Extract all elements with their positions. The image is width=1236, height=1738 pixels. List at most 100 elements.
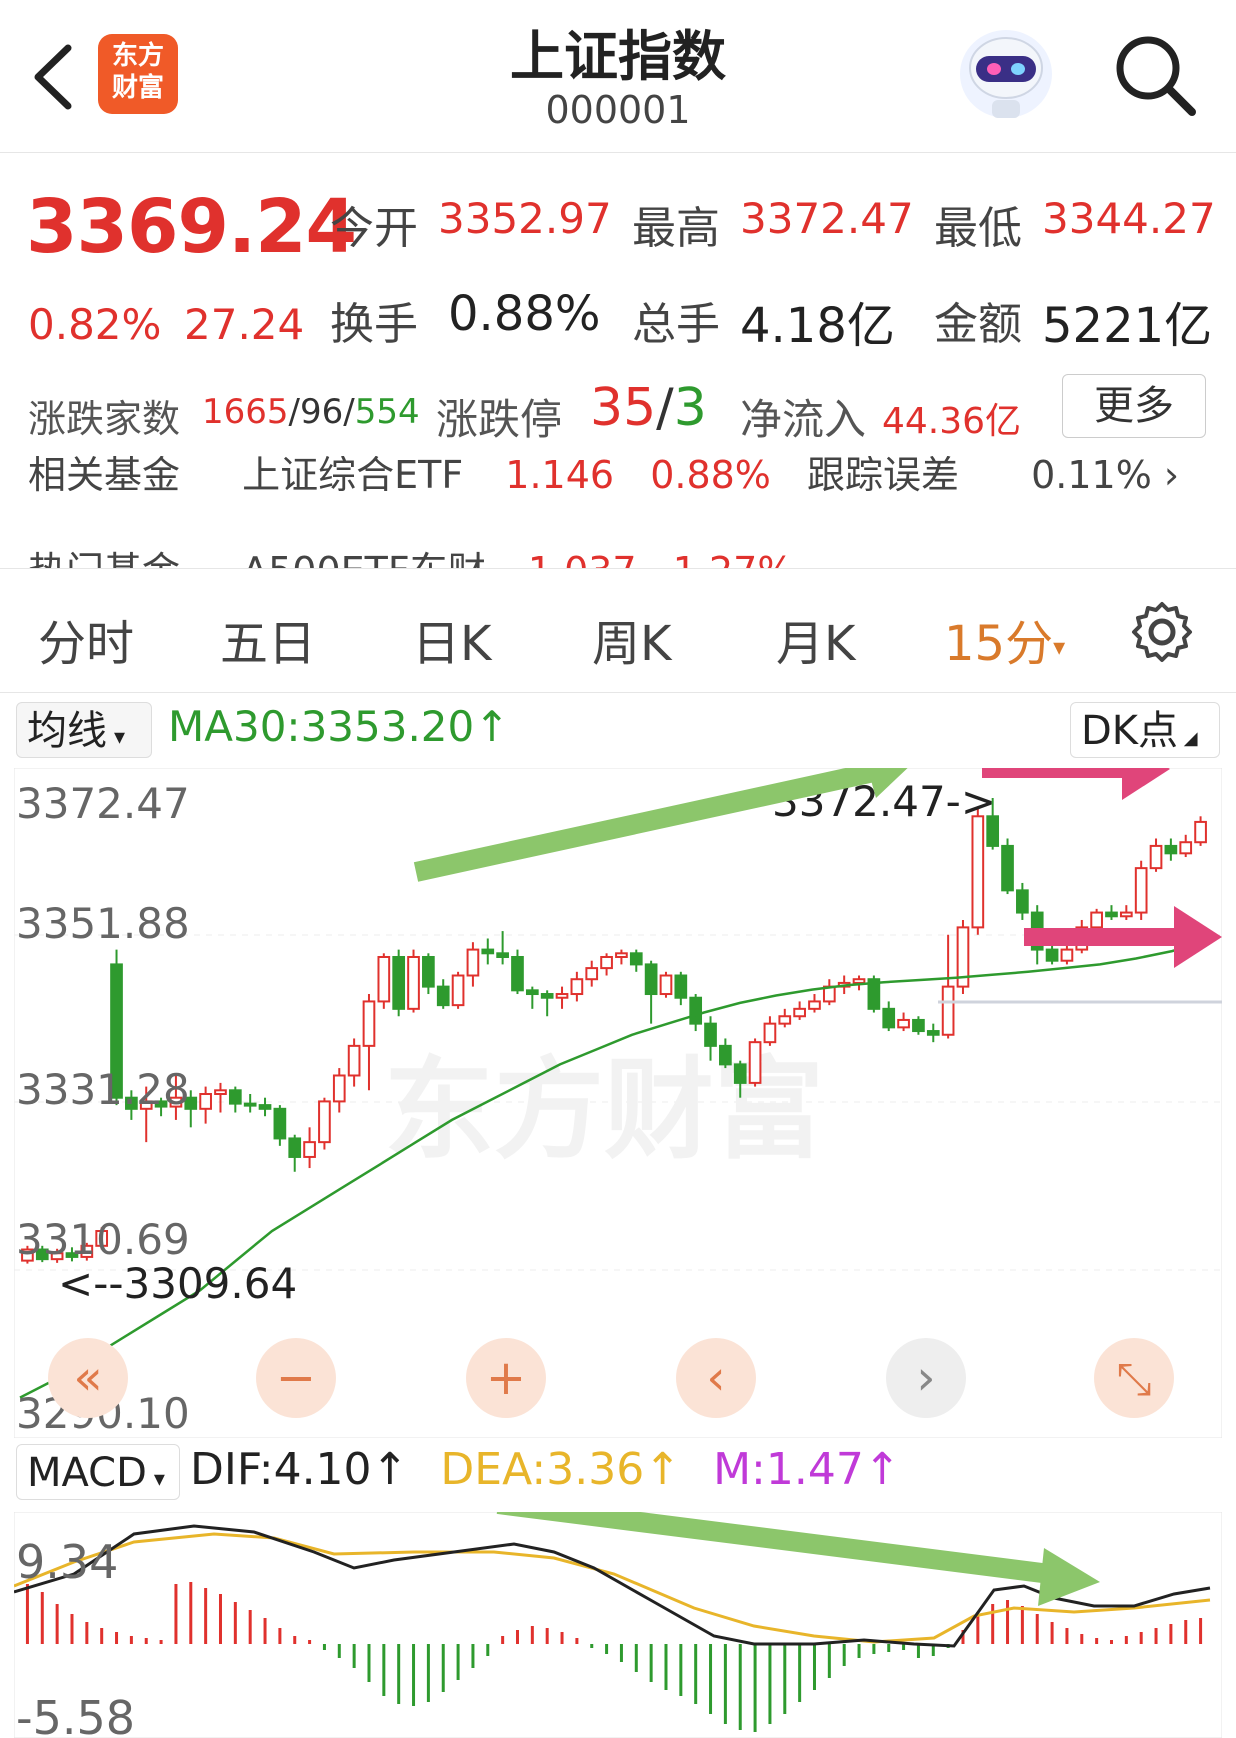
- search-icon[interactable]: [1112, 32, 1198, 118]
- macd-bar: [40, 1592, 44, 1644]
- breadth-up: 1665: [202, 392, 289, 432]
- settings-gear-icon[interactable]: [1130, 600, 1194, 664]
- dea-label: DEA:3.36↑: [440, 1444, 682, 1495]
- tab-weekly-k[interactable]: 周K: [592, 604, 671, 674]
- tab-15min[interactable]: 15分▾: [944, 604, 1065, 674]
- fund-row-hot[interactable]: 热门基金 A500ETF东财 1.037 1.27%: [28, 540, 794, 568]
- macd-bar: [174, 1584, 178, 1644]
- fund-pct: 1.27%: [673, 549, 794, 568]
- candle-down: [689, 996, 703, 1025]
- candle-up: [971, 815, 985, 929]
- inflow-label: 净流入: [740, 395, 867, 444]
- macd-bar: [1169, 1624, 1173, 1644]
- y-tick: 3372.47: [16, 779, 190, 828]
- candle-down: [644, 963, 658, 996]
- macd-bar: [902, 1644, 906, 1650]
- candle-down: [926, 1030, 940, 1036]
- candle-up: [466, 948, 480, 977]
- macd-bar: [322, 1644, 326, 1650]
- candle-up: [1194, 820, 1207, 844]
- candle-up: [377, 955, 391, 1003]
- tab-monthly-k[interactable]: 月K: [776, 604, 855, 674]
- last-price: 3369.24: [26, 184, 357, 270]
- candle-up: [600, 955, 613, 970]
- macd-select[interactable]: MACD ▾: [16, 1444, 180, 1500]
- fund-pct: 0.88%: [650, 456, 771, 497]
- macd-bar: [1199, 1618, 1203, 1644]
- macd-bar: [738, 1644, 742, 1730]
- macd-bar: [278, 1628, 282, 1644]
- macd-bar: [649, 1644, 653, 1682]
- candle-down: [496, 952, 509, 958]
- tab-intraday[interactable]: 分时: [38, 604, 134, 674]
- dif-label: DIF:4.10↑: [190, 1444, 409, 1495]
- macd-bar: [1139, 1632, 1143, 1644]
- top-bar: 东方 财富 上证指数 000001: [0, 0, 1236, 153]
- macd-bar: [857, 1644, 861, 1658]
- rewind-button[interactable]: «: [48, 1338, 128, 1418]
- macd-bar: [129, 1636, 133, 1644]
- candle-down: [912, 1018, 925, 1033]
- tab-daily-k[interactable]: 日K: [412, 604, 491, 674]
- macd-bar: [100, 1628, 104, 1644]
- dk-point-select[interactable]: DK点 ◢: [1070, 702, 1220, 758]
- macd-bar: [159, 1640, 163, 1644]
- macd-bar: [471, 1644, 475, 1668]
- macd-bar: [189, 1582, 193, 1644]
- amount-label: 金额: [934, 299, 1022, 350]
- macd-bar: [515, 1630, 519, 1644]
- macd-chart[interactable]: 9.34 -5.58: [14, 1512, 1222, 1738]
- fund-row-related[interactable]: 相关基金 上证综合ETF 1.146 0.88% 跟踪误差 0.11% ›: [28, 456, 1179, 499]
- macd-bar: [590, 1644, 594, 1648]
- macd-bar: [723, 1644, 727, 1724]
- macd-bar: [1035, 1614, 1039, 1644]
- macd-bar: [976, 1614, 980, 1644]
- macd-bar: [560, 1632, 564, 1644]
- zoom-out-button[interactable]: −: [256, 1338, 336, 1418]
- macd-bar: [575, 1638, 579, 1644]
- assistant-robot-icon[interactable]: [956, 26, 1056, 122]
- candle-down: [1016, 889, 1029, 914]
- zoom-in-button[interactable]: +: [466, 1338, 546, 1418]
- macd-bar: [887, 1644, 891, 1652]
- fullscreen-button[interactable]: ⤡: [1094, 1338, 1174, 1418]
- macd-bar: [1050, 1622, 1054, 1644]
- high-value: 3372.47: [740, 194, 914, 243]
- macd-bar: [70, 1614, 74, 1644]
- limit-label: 涨跌停: [436, 395, 563, 444]
- candle-up: [793, 1007, 806, 1018]
- scroll-right-button[interactable]: ›: [886, 1338, 966, 1418]
- tab-five-day[interactable]: 五日: [220, 604, 316, 674]
- macd-bar: [812, 1644, 816, 1690]
- candle-up: [1119, 911, 1133, 918]
- candle-down: [436, 985, 450, 1007]
- scroll-left-button[interactable]: ‹: [676, 1338, 756, 1418]
- svg-text:+: +: [486, 1350, 526, 1406]
- fund-name: 上证综合ETF: [242, 456, 464, 497]
- indicator-select[interactable]: 均线 ▾: [16, 702, 152, 758]
- fund-ticker[interactable]: 相关基金 上证综合ETF 1.146 0.88% 跟踪误差 0.11% › 热门…: [0, 456, 1236, 569]
- stock-code: 000001: [545, 88, 691, 132]
- candle-up: [214, 1089, 227, 1096]
- m-label: M:1.47↑: [713, 1444, 901, 1495]
- macd-bar: [218, 1594, 222, 1644]
- macd-bar: [204, 1588, 208, 1644]
- macd-bar: [545, 1628, 549, 1644]
- macd-values: DIF:4.10↑ DEA:3.36↑ M:1.47↑: [190, 1444, 901, 1495]
- back-arrow-icon[interactable]: [28, 42, 78, 112]
- open-label: 今开: [330, 203, 418, 254]
- page-title: 上证指数: [510, 25, 726, 88]
- candle-down: [422, 955, 435, 988]
- candle-up: [1134, 867, 1148, 914]
- fund-extra: 0.11%: [1031, 456, 1152, 497]
- more-button[interactable]: 更多: [1062, 374, 1206, 438]
- macd-bar: [872, 1644, 876, 1654]
- macd-bar: [25, 1584, 29, 1644]
- macd-bar: [605, 1644, 609, 1654]
- candle-up: [585, 967, 599, 981]
- inflow-value: 44.36亿: [882, 401, 1022, 442]
- candle-down: [288, 1137, 302, 1158]
- low-annotation: <--3309.64: [58, 1259, 297, 1308]
- macd-y-tick-top: 9.34: [16, 1535, 118, 1589]
- candle-down: [674, 974, 688, 999]
